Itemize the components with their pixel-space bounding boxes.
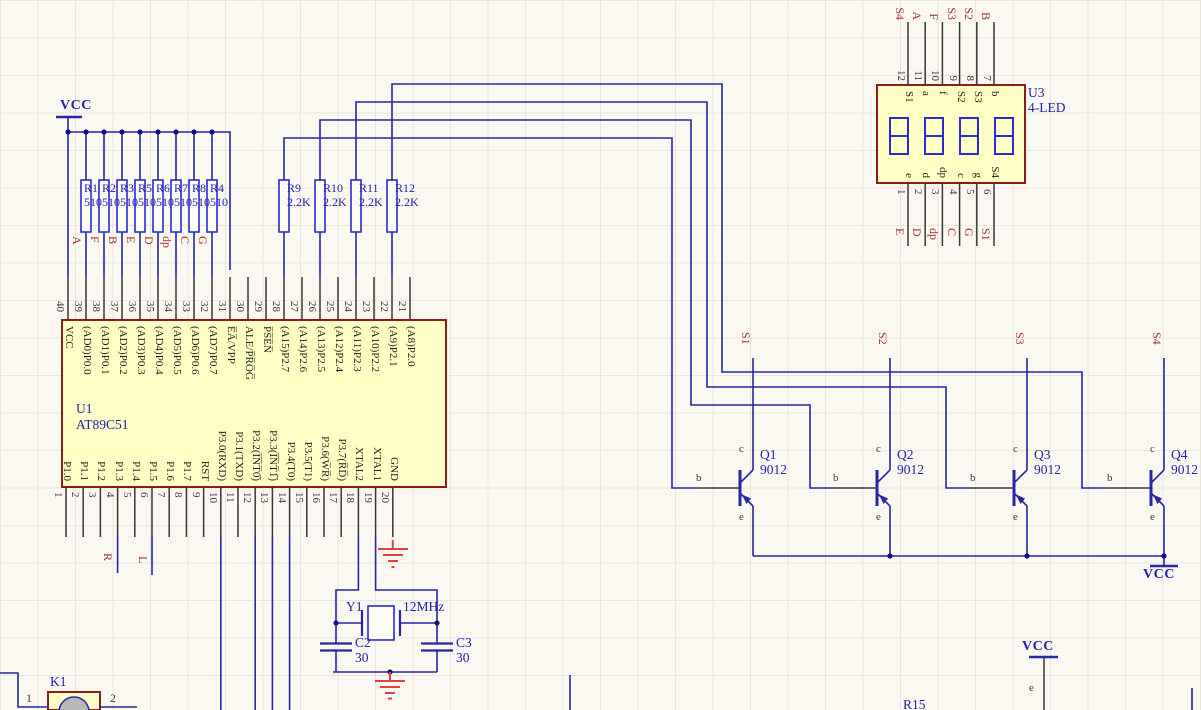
schematic-canvas: VCC VCC VCC U1 AT89C51 U3 4-LED Y1 12MHz… [0,0,1201,710]
schematic-graphics [0,0,1201,710]
crystal-symbol [368,606,394,640]
display-body[interactable] [877,85,1025,183]
transistor-q4 [1151,470,1164,506]
mcu-body[interactable] [62,320,446,487]
button-body[interactable] [48,692,100,710]
transistor-q2 [877,470,890,506]
transistor-q1 [740,470,753,506]
transistor-q3 [1014,470,1027,506]
